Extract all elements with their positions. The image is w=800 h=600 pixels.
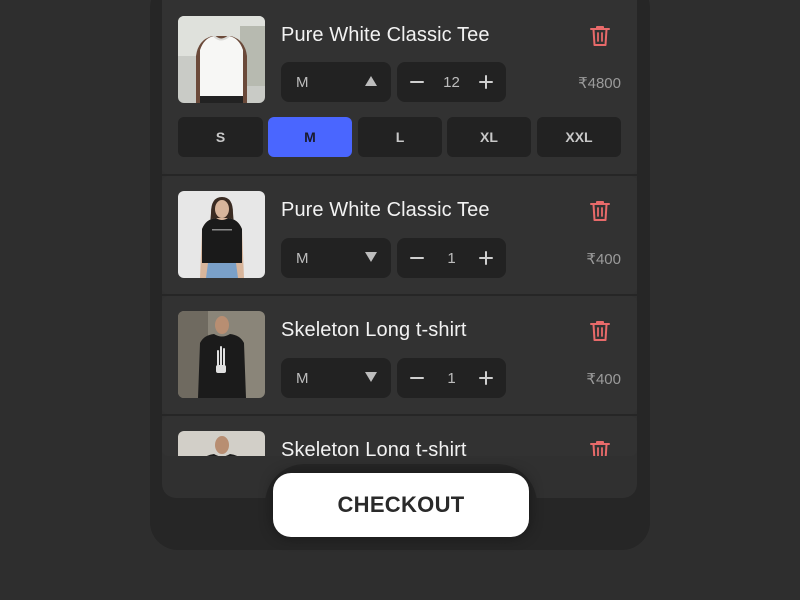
size-dropdown[interactable]: M (281, 62, 391, 102)
decrement-button[interactable] (409, 74, 425, 90)
minus-icon (410, 377, 424, 379)
delete-button[interactable] (589, 24, 611, 48)
quantity-value: 1 (447, 249, 456, 267)
minus-icon (410, 257, 424, 259)
product-title: Skeleton Long t-shirt (281, 319, 467, 341)
trash-icon (590, 441, 610, 456)
quantity-stepper: 12 (397, 62, 506, 102)
product-title: Pure White Classic Tee (281, 24, 490, 46)
trash-icon (590, 26, 610, 46)
cart-item: Skeleton Long t-shirt (162, 416, 637, 456)
skeleton-tee-photo (178, 431, 265, 456)
quantity-stepper: 1 (397, 358, 506, 398)
size-option-s[interactable]: S (178, 117, 263, 157)
plus-icon (479, 371, 493, 385)
item-price: ₹400 (586, 371, 621, 388)
white-tee-photo (178, 16, 265, 103)
item-price: ₹400 (586, 251, 621, 268)
product-thumbnail[interactable] (178, 311, 265, 398)
cart-list[interactable]: Pure White Classic Tee M 12 ₹4800 S M L … (162, 0, 637, 498)
size-dropdown-value: M (296, 249, 309, 267)
triangle-down-icon (365, 372, 377, 382)
cart-item: Pure White Classic Tee M 1 ₹400 (162, 176, 637, 294)
quantity-stepper: 1 (397, 238, 506, 278)
increment-button[interactable] (478, 250, 494, 266)
size-option-l[interactable]: L (358, 117, 442, 157)
product-thumbnail[interactable] (178, 191, 265, 278)
product-thumbnail[interactable] (178, 16, 265, 103)
trash-icon (590, 321, 610, 341)
size-dropdown[interactable]: M (281, 238, 391, 278)
size-dropdown-value: M (296, 369, 309, 387)
plus-icon (479, 251, 493, 265)
cart-item: Skeleton Long t-shirt M 1 ₹400 (162, 296, 637, 414)
quantity-value: 12 (443, 73, 460, 91)
delete-button[interactable] (589, 199, 611, 223)
size-option-xxl[interactable]: XXL (537, 117, 621, 157)
trash-icon (590, 201, 610, 221)
size-dropdown-value: M (296, 73, 309, 91)
delete-button[interactable] (589, 319, 611, 343)
quantity-value: 1 (447, 369, 456, 387)
size-option-xl[interactable]: XL (447, 117, 531, 157)
size-option-m[interactable]: M (268, 117, 352, 157)
decrement-button[interactable] (409, 250, 425, 266)
size-options: S M L XL XXL (178, 117, 621, 157)
triangle-up-icon (365, 76, 377, 86)
item-price: ₹4800 (578, 75, 621, 92)
size-dropdown[interactable]: M (281, 358, 391, 398)
checkout-button[interactable]: CHECKOUT (273, 473, 529, 537)
black-tee-woman-photo (178, 191, 265, 278)
decrement-button[interactable] (409, 370, 425, 386)
triangle-down-icon (365, 252, 377, 262)
plus-icon (479, 75, 493, 89)
skeleton-tee-photo (178, 311, 265, 398)
cart-item: Pure White Classic Tee M 12 ₹4800 S M L … (162, 0, 637, 174)
product-thumbnail[interactable] (178, 431, 265, 456)
product-title: Pure White Classic Tee (281, 199, 490, 221)
delete-button[interactable] (589, 439, 611, 456)
minus-icon (410, 81, 424, 83)
increment-button[interactable] (478, 74, 494, 90)
increment-button[interactable] (478, 370, 494, 386)
product-title: Skeleton Long t-shirt (281, 439, 467, 456)
